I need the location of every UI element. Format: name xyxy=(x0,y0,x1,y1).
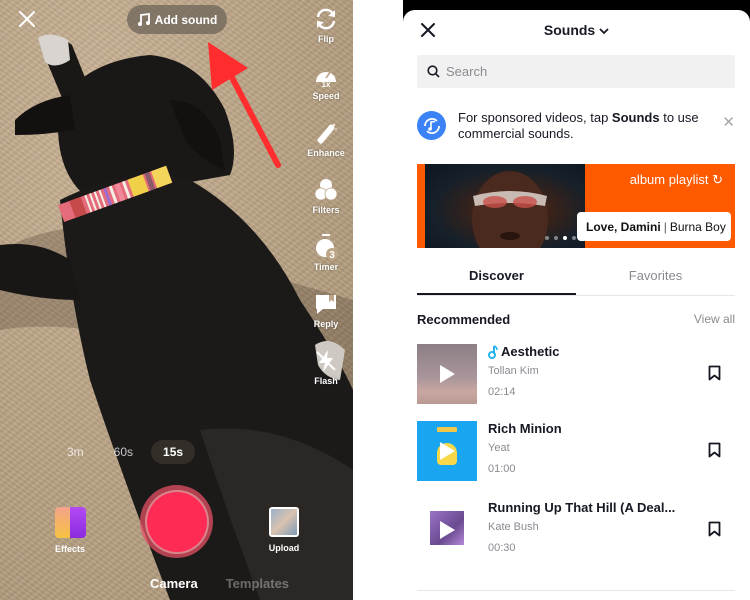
sounds-sheet: Sounds For sponsored videos, tap Sounds … xyxy=(403,10,750,600)
view-all-link[interactable]: View all xyxy=(694,312,735,327)
track-row[interactable]: Running Up That Hill (A Deal... Kate Bus… xyxy=(417,500,735,560)
track-cover[interactable] xyxy=(417,344,477,404)
sounds-title-dropdown[interactable]: Sounds xyxy=(403,22,750,38)
svg-text:3: 3 xyxy=(329,250,335,260)
banner-artist: Burna Boy xyxy=(669,219,726,234)
banner-album-card: Love, Damini | Burna Boy xyxy=(577,212,731,241)
duration-15s[interactable]: 15s xyxy=(151,440,196,464)
track-info: Running Up That Hill (A Deal... Kate Bus… xyxy=(488,500,688,560)
reply-button[interactable]: Reply xyxy=(306,291,346,348)
track-info: Rich Minion Yeat 01:00 xyxy=(488,421,688,481)
svg-text:1x: 1x xyxy=(322,80,331,88)
banner-brand: album playlist ↻ xyxy=(629,172,723,187)
track-duration: 00:30 xyxy=(488,542,516,554)
flip-button[interactable]: Flip xyxy=(306,6,346,63)
bookmark-button[interactable] xyxy=(708,521,721,542)
track-duration: 01:00 xyxy=(488,463,516,475)
carousel-dot xyxy=(554,236,558,240)
effects-button[interactable]: Effects xyxy=(50,507,90,554)
play-icon xyxy=(439,521,455,539)
search-icon xyxy=(427,65,440,78)
record-button-core xyxy=(146,491,207,552)
brand-logo-icon: ↻ xyxy=(712,172,723,187)
bookmark-icon xyxy=(708,365,721,381)
dismiss-notice-button[interactable]: ✕ xyxy=(722,113,735,131)
bookmark-button[interactable] xyxy=(708,365,721,386)
duration-3m[interactable]: 3m xyxy=(55,440,96,464)
tab-discover[interactable]: Discover xyxy=(417,264,576,295)
track-artist: Yeat xyxy=(488,442,510,454)
timer-icon: 3 xyxy=(313,234,339,260)
duration-selector: 3m 60s 15s xyxy=(55,440,196,464)
carousel-dots xyxy=(545,236,576,240)
sounds-title: Sounds xyxy=(543,22,596,38)
carousel-dot-active xyxy=(563,236,567,240)
add-sound-button[interactable]: Add sound xyxy=(127,5,227,34)
upload-button[interactable]: Upload xyxy=(263,507,305,553)
record-button[interactable] xyxy=(140,485,213,558)
speed-button[interactable]: 1x Speed xyxy=(306,63,346,120)
track-row[interactable]: Aesthetic Tollan Kim 02:14 xyxy=(417,344,735,404)
upload-label: Upload xyxy=(268,543,300,553)
section-divider xyxy=(417,590,735,591)
close-camera-button[interactable] xyxy=(16,8,38,30)
play-icon xyxy=(439,365,455,383)
timer-button[interactable]: 3 Timer xyxy=(306,234,346,291)
camera-tool-rail: Flip 1x Speed Enhance Filters 3 Timer Re… xyxy=(307,6,345,405)
track-artist: Tollan Kim xyxy=(488,365,539,377)
track-title: Running Up That Hill (A Deal... xyxy=(488,500,676,515)
add-sound-label: Add sound xyxy=(154,12,218,27)
search-input[interactable] xyxy=(446,64,716,79)
music-note-icon xyxy=(137,12,150,26)
flash-off-icon xyxy=(313,348,339,374)
flash-button[interactable]: Flash xyxy=(306,348,346,405)
camera-view: Add sound Flip 1x Speed Enhance Filters … xyxy=(0,0,353,600)
carousel-dot xyxy=(545,236,549,240)
track-info: Aesthetic Tollan Kim 02:14 xyxy=(488,344,688,404)
mode-selector: Camera Templates xyxy=(150,576,289,591)
close-icon xyxy=(19,11,35,27)
track-cover[interactable] xyxy=(417,500,477,560)
commercial-sounds-notice: For sponsored videos, tap Sounds to use … xyxy=(417,110,735,142)
filters-icon xyxy=(313,177,339,203)
bookmark-icon xyxy=(708,521,721,537)
original-sound-icon xyxy=(488,344,498,359)
track-duration: 02:14 xyxy=(488,386,516,398)
enhance-button[interactable]: Enhance xyxy=(306,120,346,177)
tab-favorites[interactable]: Favorites xyxy=(576,264,735,295)
section-title: Recommended xyxy=(417,312,511,327)
commercial-music-icon xyxy=(417,111,446,140)
filters-button[interactable]: Filters xyxy=(306,177,346,234)
screenshot-root: Add sound Flip 1x Speed Enhance Filters … xyxy=(0,0,750,600)
search-bar[interactable] xyxy=(417,55,735,88)
carousel-dot xyxy=(572,236,576,240)
mode-templates[interactable]: Templates xyxy=(226,576,289,591)
track-artist: Kate Bush xyxy=(488,521,539,533)
sounds-tabs: Discover Favorites xyxy=(417,264,735,296)
track-title: Aesthetic xyxy=(488,344,688,359)
track-row[interactable]: Rich Minion Yeat 01:00 xyxy=(417,421,735,481)
play-icon xyxy=(439,442,455,460)
duration-60s[interactable]: 60s xyxy=(102,440,145,464)
bookmark-button[interactable] xyxy=(708,442,721,463)
sounds-screen: Sounds For sponsored videos, tap Sounds … xyxy=(403,0,750,600)
enhance-icon xyxy=(313,120,339,146)
flip-icon xyxy=(313,6,339,32)
track-cover[interactable] xyxy=(417,421,477,481)
reply-icon xyxy=(313,291,339,317)
bookmark-icon xyxy=(708,442,721,458)
effects-icon xyxy=(54,507,86,538)
speed-icon: 1x xyxy=(313,63,339,89)
recommended-header: Recommended View all xyxy=(417,312,735,327)
effects-label: Effects xyxy=(54,544,85,554)
track-title: Rich Minion xyxy=(488,421,562,436)
notice-text: For sponsored videos, tap Sounds to use … xyxy=(458,110,699,141)
chevron-down-icon xyxy=(599,28,609,35)
banner-album: Love, Damini xyxy=(586,219,661,234)
promo-banner[interactable]: album playlist ↻ Love, Damini | Burna Boy xyxy=(417,164,735,248)
upload-thumbnail xyxy=(269,507,299,537)
mode-camera[interactable]: Camera xyxy=(150,576,198,591)
